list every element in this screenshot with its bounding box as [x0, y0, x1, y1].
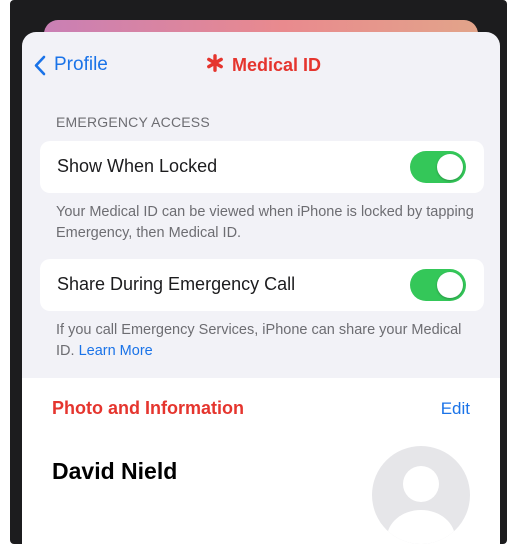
show-when-locked-footnote: Your Medical ID can be viewed when iPhon…: [56, 204, 474, 241]
medical-asterisk-icon: [206, 53, 224, 77]
toggle-knob: [437, 272, 463, 298]
person-silhouette-icon: [372, 466, 470, 544]
toggle-knob: [437, 154, 463, 180]
share-during-call-footnote: If you call Emergency Services, iPhone c…: [56, 320, 476, 362]
photo-info-heading: Photo and Information: [52, 398, 244, 418]
share-during-call-row: Share During Emergency Call: [40, 259, 484, 311]
page-title: Medical ID: [206, 52, 321, 78]
chevron-left-icon: [34, 55, 46, 76]
learn-more-link[interactable]: Learn More: [79, 343, 153, 359]
back-button-label: Profile: [54, 54, 108, 75]
section-header-emergency-access: EMERGENCY ACCESS: [56, 114, 210, 130]
share-during-call-toggle[interactable]: [410, 269, 466, 301]
share-during-call-label: Share During Emergency Call: [57, 274, 296, 294]
show-when-locked-label: Show When Locked: [57, 156, 218, 176]
photo-info-panel: Photo and Information Edit David Nield: [22, 378, 500, 544]
show-when-locked-toggle[interactable]: [410, 151, 466, 183]
medical-id-sheet: Profile Medical ID EMERGENCY ACCESS Show…: [22, 32, 500, 544]
navigation-bar: Profile Medical ID: [22, 32, 500, 96]
back-button[interactable]: Profile: [34, 52, 108, 78]
show-when-locked-row: Show When Locked: [40, 141, 484, 193]
page-title-label: Medical ID: [232, 54, 322, 75]
person-name: David Nield: [52, 458, 178, 484]
edit-button[interactable]: Edit: [441, 399, 470, 419]
avatar[interactable]: [372, 446, 470, 544]
